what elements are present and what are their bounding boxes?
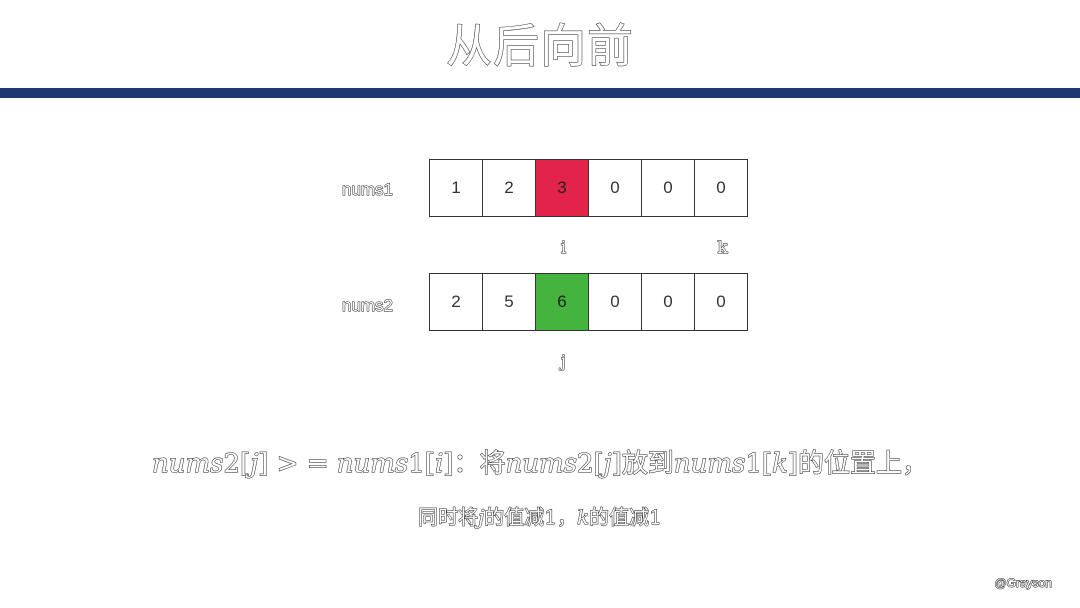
note-text: 的值减1， <box>484 505 578 530</box>
formula-term: 1[ <box>745 449 773 480</box>
pointer-k: k <box>717 238 728 259</box>
array-cell: 5 <box>483 273 536 331</box>
comparison-formula: nums2[j] > = nums1[i]：将nums2[j]放到nums1[k… <box>0 446 1080 482</box>
note-text: 同时将 <box>418 505 479 530</box>
pointer-j: j <box>560 352 567 373</box>
array-cell: 0 <box>695 159 748 217</box>
note-var-k: k <box>577 505 590 530</box>
formula-term: nums <box>152 449 224 480</box>
array-nums1: 1 2 3 0 0 0 <box>429 159 748 217</box>
formula-term: ] <box>787 449 798 480</box>
formula-term: 2[ <box>576 449 604 480</box>
array-cell-highlighted: 6 <box>536 273 589 331</box>
title-divider-bar <box>0 88 1080 98</box>
array-cell: 0 <box>642 273 695 331</box>
array-cell: 0 <box>642 159 695 217</box>
formula-term: ] > = <box>258 449 337 480</box>
array-cell: 0 <box>589 159 642 217</box>
formula-term: nums <box>673 449 746 480</box>
array-label-nums2: nums2 <box>341 296 393 316</box>
slide-title: 从后向前 <box>446 19 634 74</box>
note-text: 的值减1 <box>589 505 663 530</box>
array-nums2: 2 5 6 0 0 0 <box>429 273 748 331</box>
formula-text: ：将 <box>453 449 506 480</box>
array-cell-highlighted: 3 <box>536 159 589 217</box>
formula-term: 1[ <box>408 449 436 480</box>
formula-term: 2[ <box>223 449 251 480</box>
array-cell: 0 <box>589 273 642 331</box>
array-label-nums1: nums1 <box>341 180 393 200</box>
formula-term: ] <box>443 449 454 480</box>
decrement-note: 同时将j的值减1，k的值减1 <box>0 502 1080 532</box>
formula-index: k <box>772 449 789 480</box>
formula-text: 放到 <box>621 449 674 480</box>
array-cell: 1 <box>430 159 483 217</box>
formula-term: nums <box>336 449 409 480</box>
formula-term: nums <box>505 449 577 480</box>
array-cell: 2 <box>483 159 536 217</box>
formula-text: 的位置上， <box>797 449 928 480</box>
author-watermark: @Grayson <box>994 576 1053 591</box>
pointer-i: i <box>560 238 567 259</box>
formula-term: ] <box>611 449 622 480</box>
formula-index: j <box>603 449 612 480</box>
array-cell: 0 <box>695 273 748 331</box>
array-cell: 2 <box>430 273 483 331</box>
